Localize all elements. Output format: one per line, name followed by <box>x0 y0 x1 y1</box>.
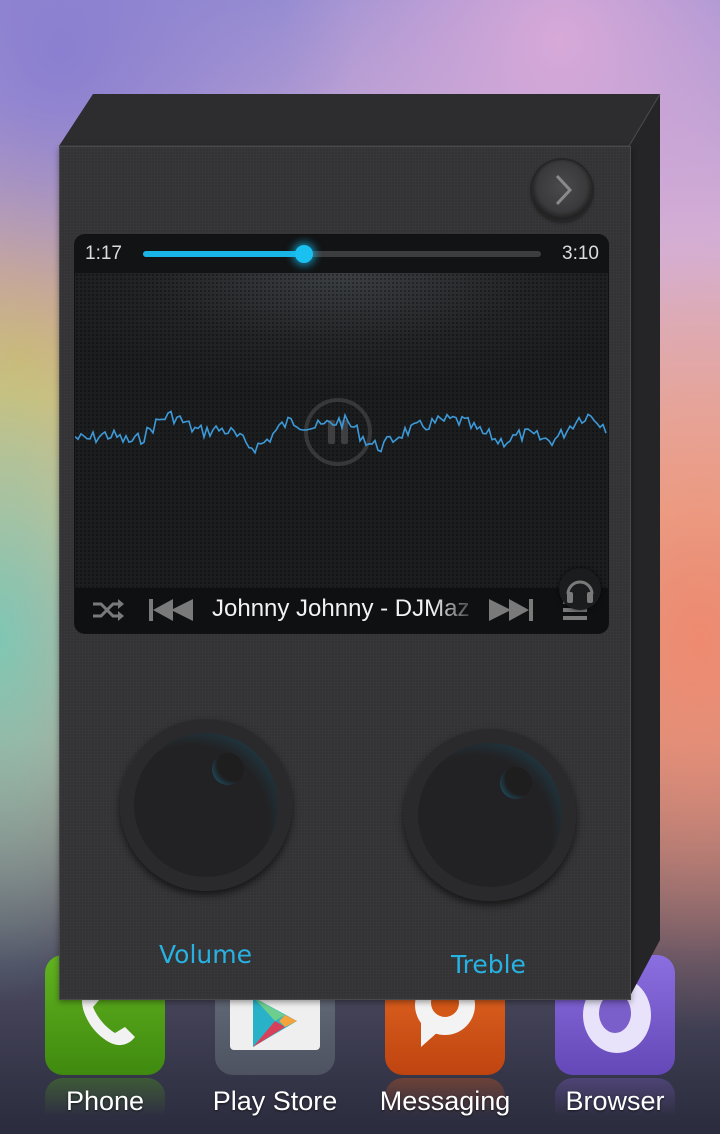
skip-next-icon[interactable] <box>488 596 534 624</box>
volume-knob-cap[interactable] <box>134 733 278 877</box>
shuffle-icon[interactable] <box>91 596 125 624</box>
volume-knob-marker <box>212 753 244 785</box>
headphones-icon <box>566 580 594 603</box>
seek-thumb[interactable] <box>295 245 314 263</box>
chevron-right-icon <box>555 174 573 206</box>
headphone-button[interactable] <box>559 568 601 610</box>
treble-indicator[interactable] <box>570 742 587 759</box>
player-screen: 1:17 3:10 Johnny Johnny - DJMaz <box>75 235 608 633</box>
treble-label: Treble <box>451 950 526 979</box>
volume-indicator[interactable] <box>273 716 290 733</box>
next-panel-button[interactable] <box>532 160 592 220</box>
seek-progress <box>143 251 305 257</box>
treble-knob-marker <box>500 767 532 799</box>
playback-controls: Johnny Johnny - DJMaz <box>75 588 608 633</box>
seek-slider[interactable] <box>143 245 541 263</box>
elapsed-time: 1:17 <box>85 243 122 264</box>
song-title: Johnny Johnny - DJMaz <box>212 595 470 622</box>
skip-previous-icon[interactable] <box>148 596 194 624</box>
total-duration: 3:10 <box>562 243 599 264</box>
seek-bar-row: 1:17 3:10 <box>75 235 608 273</box>
volume-label: Volume <box>159 940 252 969</box>
treble-knob-cap[interactable] <box>418 743 562 887</box>
waveform <box>75 410 607 455</box>
visualizer <box>75 273 608 610</box>
